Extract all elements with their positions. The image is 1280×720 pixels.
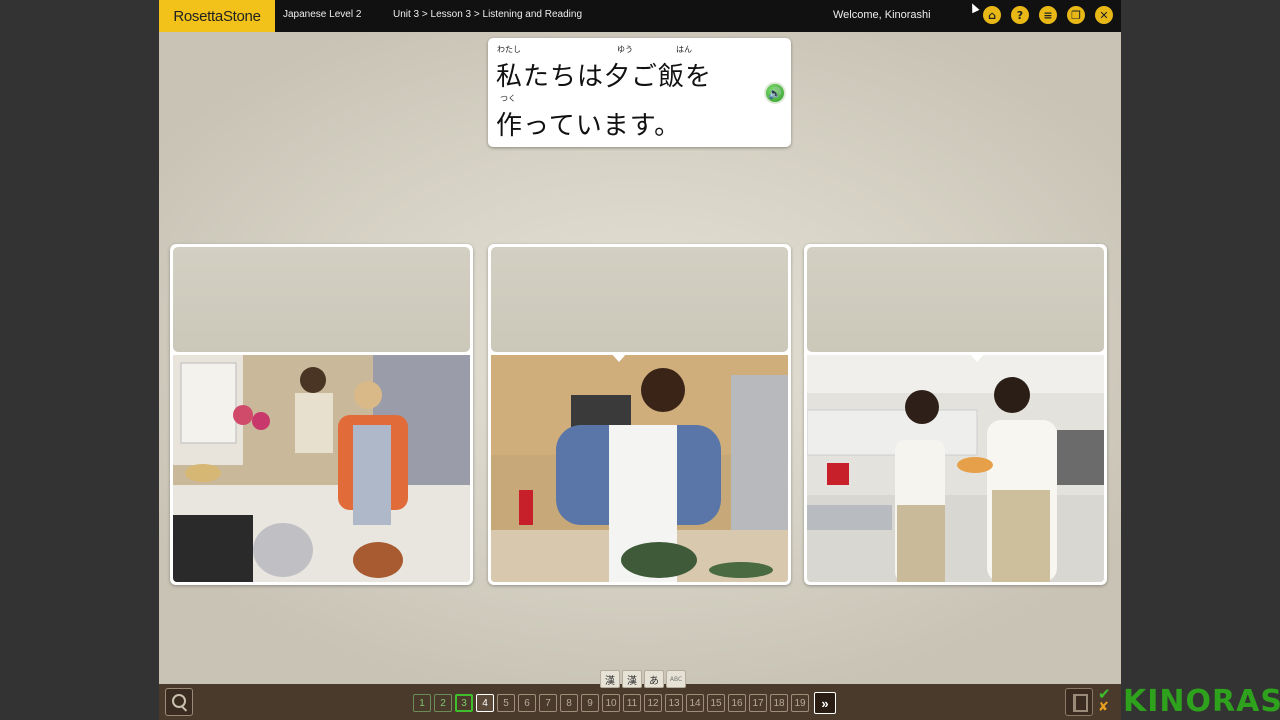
help-icon[interactable]: ? (1011, 6, 1029, 24)
script-kanji-furigana-button[interactable]: 漢 (600, 670, 620, 688)
prompt-text-card: わたし ゆう はん 私たちは夕ご飯を つく 作っています。 🔊 (488, 38, 791, 147)
watermark-text: KINORASHI (1123, 684, 1280, 719)
drop-zone[interactable] (807, 247, 1104, 352)
speaker-icon[interactable]: 🔊 (764, 82, 786, 104)
correct-check-icon: ✔ (1098, 685, 1111, 703)
page-button-18[interactable]: 18 (770, 694, 788, 712)
screen-navigator: 1 2 3 4 5 6 7 8 9 10 11 12 13 14 15 16 1… (413, 692, 836, 714)
card-notch (610, 352, 628, 362)
page-button-8[interactable]: 8 (560, 694, 578, 712)
page-button-3[interactable]: 3 (455, 694, 473, 712)
answer-card-2[interactable] (488, 244, 791, 585)
close-icon[interactable]: ✕ (1095, 6, 1113, 24)
page-button-12[interactable]: 12 (644, 694, 662, 712)
ruby-yuu: ゆう (617, 45, 633, 54)
rosetta-stone-window: RosettaStone Japanese Level 2 Unit 3 > L… (159, 0, 1121, 720)
page-button-17[interactable]: 17 (749, 694, 767, 712)
exit-door-icon[interactable] (1065, 688, 1093, 716)
page-button-15[interactable]: 15 (707, 694, 725, 712)
page-button-13[interactable]: 13 (665, 694, 683, 712)
window-icon[interactable]: ❐ (1067, 6, 1085, 24)
score-marks: ✔ ✘ (1098, 685, 1114, 715)
magnifier-icon[interactable] (165, 688, 193, 716)
ruby-watashi: わたし (497, 45, 521, 54)
ruby-han: はん (676, 45, 692, 54)
photo-couple-cooking (173, 355, 470, 582)
page-button-1[interactable]: 1 (413, 694, 431, 712)
card-notch (968, 352, 986, 362)
script-romaji-button[interactable]: ABC (666, 670, 686, 688)
menu-icon[interactable]: ≡ (1039, 6, 1057, 24)
script-kana-button[interactable]: あ (644, 670, 664, 688)
drop-zone[interactable] (173, 247, 470, 352)
incorrect-x-icon: ✘ (1098, 700, 1109, 715)
rosetta-stone-logo: RosettaStone (159, 0, 275, 32)
home-icon[interactable]: ⌂ (983, 6, 1001, 24)
page-button-16[interactable]: 16 (728, 694, 746, 712)
answer-card-3[interactable] (804, 244, 1107, 585)
photo-man-mixing (491, 355, 788, 582)
page-button-10[interactable]: 10 (602, 694, 620, 712)
page-button-9[interactable]: 9 (581, 694, 599, 712)
page-button-6[interactable]: 6 (518, 694, 536, 712)
script-toggle: 漢 漢 あ ABC (600, 670, 686, 688)
photo-two-women (807, 355, 1104, 582)
page-button-2[interactable]: 2 (434, 694, 452, 712)
drop-zone[interactable] (491, 247, 788, 352)
script-kanji-button[interactable]: 漢 (622, 670, 642, 688)
answer-card-1[interactable] (170, 244, 473, 585)
page-button-4[interactable]: 4 (476, 694, 494, 712)
ruby-tsuku: つく (500, 94, 516, 103)
page-button-7[interactable]: 7 (539, 694, 557, 712)
next-button[interactable]: » (814, 692, 836, 714)
page-button-5[interactable]: 5 (497, 694, 515, 712)
course-name: Japanese Level 2 (283, 9, 362, 20)
page-button-11[interactable]: 11 (623, 694, 641, 712)
top-bar: RosettaStone Japanese Level 2 Unit 3 > L… (159, 0, 1121, 32)
welcome-text: Welcome, Kinorashi (833, 9, 931, 21)
mouse-cursor (968, 1, 980, 14)
breadcrumb: Unit 3 > Lesson 3 > Listening and Readin… (393, 9, 583, 20)
bottom-bar: 1 2 3 4 5 6 7 8 9 10 11 12 13 14 15 16 1… (159, 684, 1121, 720)
page-button-14[interactable]: 14 (686, 694, 704, 712)
page-button-19[interactable]: 19 (791, 694, 809, 712)
prompt-line-1: 私たちは夕ご飯を (496, 62, 713, 92)
prompt-line-2: 作っています。 (496, 111, 682, 141)
